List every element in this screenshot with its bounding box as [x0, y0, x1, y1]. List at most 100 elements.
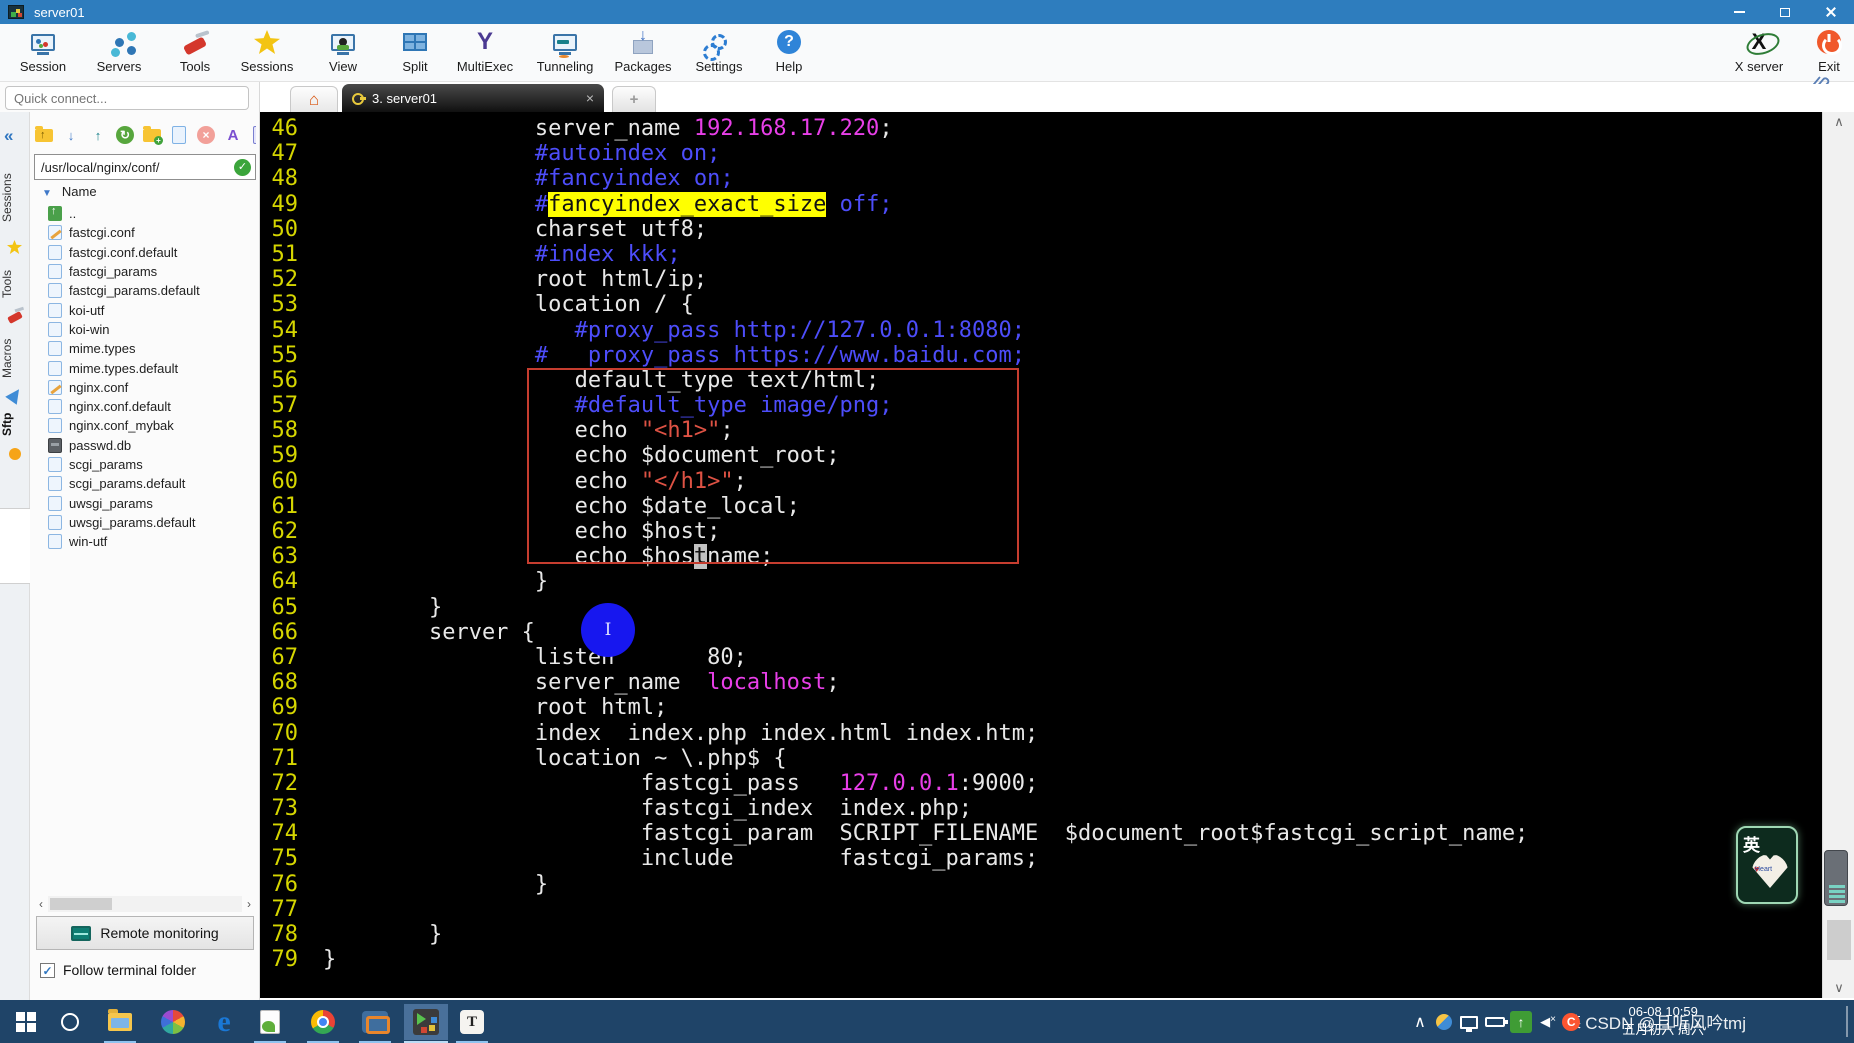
refresh-button[interactable]: ↻	[115, 125, 135, 145]
help-button[interactable]: ? Help	[752, 27, 826, 79]
file-row[interactable]: passwd.db	[34, 436, 256, 455]
collapse-sidebar-icon[interactable]: «	[4, 126, 13, 146]
file-row[interactable]: koi-win	[34, 320, 256, 339]
file-name: ..	[69, 206, 77, 222]
file-file-icon	[48, 476, 62, 492]
tray-battery-button[interactable]	[1482, 1004, 1508, 1040]
remote-monitoring-button[interactable]: Remote monitoring	[36, 916, 254, 950]
view-button[interactable]: View	[306, 27, 380, 79]
show-desktop-button[interactable]	[1846, 1006, 1848, 1037]
file-row[interactable]: uwsgi_params.default	[34, 513, 256, 532]
tab-close-icon[interactable]: ×	[586, 90, 594, 106]
minimize-button[interactable]	[1716, 0, 1762, 24]
new-folder-button[interactable]: +	[142, 125, 163, 145]
cortana-button[interactable]	[48, 1004, 92, 1040]
notepad-button[interactable]	[248, 1004, 292, 1040]
encoding-button[interactable]: A	[223, 125, 243, 145]
scroll-up-icon[interactable]: ∧	[1823, 114, 1854, 130]
file-row[interactable]: mime.types.default	[34, 358, 256, 377]
file-row[interactable]: fastcgi.conf	[34, 223, 256, 242]
screen-recorder-button[interactable]	[151, 1004, 195, 1040]
favorites-star-icon[interactable]	[7, 240, 22, 254]
view-label: View	[329, 59, 357, 74]
maximize-button[interactable]	[1762, 0, 1808, 24]
sidebar-tab-tools[interactable]: Tools	[0, 262, 30, 306]
terminal-line: 78 }	[262, 922, 1528, 947]
chevron-up-icon: ∧	[1414, 1014, 1426, 1031]
sidebar-tab-macros[interactable]: Macros	[0, 332, 30, 384]
vscroll-thumb[interactable]	[1827, 920, 1851, 960]
sidebar-tab-sftp[interactable]: Sftp	[0, 404, 30, 444]
download-button[interactable]: ↓	[61, 125, 81, 145]
upload-button[interactable]: ↑	[88, 125, 108, 145]
settings-button[interactable]: Settings	[682, 27, 756, 79]
servers-button[interactable]: Servers	[82, 27, 156, 79]
new-tab-button[interactable]: +	[612, 86, 656, 112]
terminal-screen[interactable]: 46 server_name 192.168.17.220; 47 #autoin…	[260, 112, 1822, 998]
path-ok-icon: ✓	[234, 158, 251, 176]
line-number: 48	[271, 166, 299, 192]
chrome-button[interactable]	[301, 1004, 345, 1040]
file-row[interactable]: scgi_params	[34, 455, 256, 474]
sftp-horizontal-scrollbar[interactable]: ‹ ›	[34, 896, 256, 912]
file-row[interactable]: win-utf	[34, 532, 256, 551]
tools-knife-icon[interactable]	[7, 311, 23, 324]
multiexec-button[interactable]: Y MultiExec	[448, 27, 522, 79]
packages-button[interactable]: Packages	[606, 27, 680, 79]
folder-up-button[interactable]: ↑	[34, 125, 54, 145]
file-explorer-button[interactable]	[98, 1004, 142, 1040]
extra-button[interactable]	[250, 125, 256, 145]
session-button[interactable]: Session	[6, 27, 80, 79]
file-row[interactable]: uwsgi_params	[34, 493, 256, 512]
file-row[interactable]: scgi_params.default	[34, 474, 256, 493]
tray-app-icon[interactable]	[1432, 1004, 1456, 1040]
file-row[interactable]: koi-utf	[34, 300, 256, 319]
edge-button[interactable]: e	[202, 1004, 246, 1040]
file-row[interactable]: nginx.conf	[34, 378, 256, 397]
tools-button[interactable]: Tools	[158, 27, 232, 79]
tunneling-button[interactable]: Tunneling	[528, 27, 602, 79]
scroll-left-icon[interactable]: ‹	[34, 897, 48, 911]
file-row[interactable]: fastcgi.conf.default	[34, 243, 256, 262]
hscroll-track[interactable]	[48, 896, 242, 912]
split-button[interactable]: Split	[378, 27, 452, 79]
file-row[interactable]: nginx.conf.default	[34, 397, 256, 416]
file-file-icon	[48, 341, 62, 357]
exit-button[interactable]: Exit	[1792, 27, 1854, 79]
tray-chevron-button[interactable]: ∧	[1408, 1004, 1432, 1040]
tray-display-button[interactable]	[1456, 1004, 1482, 1040]
file-row[interactable]: mime.types	[34, 339, 256, 358]
file-row[interactable]: fastcgi_params	[34, 262, 256, 281]
tray-updater-button[interactable]: ↑	[1508, 1004, 1534, 1040]
hscroll-thumb[interactable]	[50, 898, 112, 910]
line-number: 73	[271, 796, 299, 822]
home-tab[interactable]: ⌂	[290, 86, 338, 112]
sort-caret-icon[interactable]: ▼	[42, 188, 52, 199]
macros-plane-icon[interactable]	[5, 385, 25, 405]
session-tab[interactable]: 3. server01 ×	[342, 84, 604, 112]
quick-connect-input[interactable]	[5, 86, 249, 110]
pinwheel-icon	[161, 1010, 185, 1034]
file-row[interactable]: nginx.conf_mybak	[34, 416, 256, 435]
mobaxterm-taskbar-button[interactable]	[404, 1004, 448, 1040]
file-row[interactable]: ..	[34, 204, 256, 223]
tray-volume-button[interactable]: ◀×	[1534, 1004, 1562, 1040]
vmware-button[interactable]	[353, 1004, 397, 1040]
line-number: 59	[271, 443, 299, 469]
file-row[interactable]: fastcgi_params.default	[34, 281, 256, 300]
start-button[interactable]	[4, 1004, 48, 1040]
name-column-header[interactable]: Name	[62, 184, 97, 199]
new-file-button[interactable]	[169, 125, 189, 145]
terminal-line: 55 # proxy_pass https://www.baidu.com;	[262, 343, 1528, 368]
typora-button[interactable]: T	[450, 1004, 494, 1040]
scroll-down-icon[interactable]: ∨	[1823, 980, 1854, 996]
delete-button[interactable]: ×	[196, 125, 216, 145]
file-list-header[interactable]: ▼ Name	[34, 184, 256, 204]
sidebar-tab-sessions[interactable]: Sessions	[0, 162, 30, 234]
scroll-right-icon[interactable]: ›	[242, 897, 256, 911]
sftp-path-input[interactable]	[35, 159, 234, 175]
close-button[interactable]	[1808, 0, 1854, 24]
sessions-button[interactable]: Sessions	[230, 27, 304, 79]
follow-terminal-checkbox[interactable]: ✓	[40, 962, 55, 978]
x-server-button[interactable]: X X server	[1722, 27, 1796, 79]
